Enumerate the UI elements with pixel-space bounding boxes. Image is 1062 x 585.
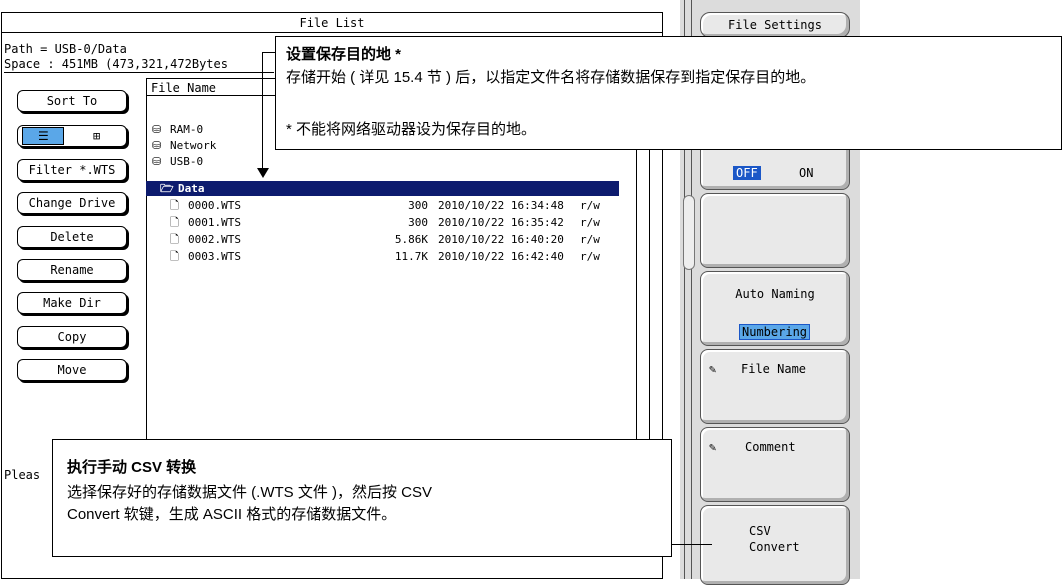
file-size: 11.7K [394, 250, 428, 263]
file-icon: 🗋 [170, 216, 179, 229]
file-name: 0000.WTS [188, 199, 241, 212]
callout-save-destination: 设置保存目的地 * 存储开始 ( 详见 15.4 节 ) 后，以指定文件名将存储… [275, 36, 1062, 150]
edit-icon: ✎ [709, 362, 717, 376]
callout-title: 设置保存目的地 * [286, 46, 402, 63]
file-row[interactable]: 🗋 0000.WTS 300 2010/10/22 16:34:48 r/w [146, 198, 628, 213]
file-size: 300 [408, 216, 428, 229]
file-date: 2010/10/22 16:34:48 [438, 199, 564, 212]
callout-title: 执行手动 CSV 转换 [67, 459, 197, 476]
csv-convert-key[interactable]: CSV Convert [700, 505, 850, 585]
file-row[interactable]: 🗋 0002.WTS 5.86K 2010/10/22 16:40:20 r/w [146, 232, 628, 247]
grid-view-icon[interactable]: ⊞ [72, 126, 122, 146]
leader-line [262, 52, 275, 53]
file-date: 2010/10/22 16:42:40 [438, 250, 564, 263]
callout-note: * 不能将网络驱动器设为保存目的地。 [286, 121, 537, 138]
file-row[interactable]: 🗋 0001.WTS 300 2010/10/22 16:35:42 r/w [146, 215, 628, 230]
file-row[interactable]: 🗋 0003.WTS 11.7K 2010/10/22 16:42:40 r/w [146, 249, 628, 264]
file-name: 0003.WTS [188, 250, 241, 263]
panel-scroll-thumb[interactable] [683, 195, 695, 270]
drive-label: USB-0 [170, 155, 204, 168]
status-message: Pleas [4, 468, 41, 482]
callout-body: 存储开始 ( 详见 15.4 节 ) 后，以指定文件名将存储数据保存到指定保存目… [286, 69, 816, 86]
edit-icon: ✎ [709, 440, 717, 454]
make-dir-button[interactable]: Make Dir [17, 292, 127, 314]
file-name: 0001.WTS [188, 216, 241, 229]
list-view-icon[interactable]: ☰ [22, 127, 65, 145]
file-name-header[interactable]: File Name [146, 78, 276, 96]
file-attr: r/w [580, 216, 600, 229]
arrow-down-icon [257, 168, 269, 178]
drive-icon: ⛁ [152, 155, 162, 168]
numbering-value: Numbering [739, 324, 811, 340]
file-size: 300 [408, 199, 428, 212]
drive-icon: ⛁ [152, 123, 162, 136]
empty-key[interactable] [700, 193, 850, 268]
comment-key[interactable]: ✎ Comment [700, 427, 850, 502]
delete-button[interactable]: Delete [17, 226, 127, 248]
comment-label: Comment [745, 440, 796, 454]
file-size: 5.86K [394, 233, 428, 246]
path-label: Path = USB-0/Data [4, 42, 127, 56]
space-label: Space : 451MB (473,321,472Bytes [4, 57, 228, 71]
file-date: 2010/10/22 16:35:42 [438, 216, 564, 229]
csv-label: CSV [749, 524, 771, 538]
folder-icon: 🗁 [160, 182, 174, 195]
file-name: 0002.WTS [188, 233, 241, 246]
drive-icon: ⛁ [152, 139, 162, 152]
on-state: ON [799, 166, 814, 180]
sort-to-button[interactable]: Sort To [17, 90, 127, 112]
drive-label: RAM-0 [170, 123, 204, 136]
file-attr: r/w [580, 250, 600, 263]
filter-button[interactable]: Filter *.WTS [17, 159, 127, 181]
file-date: 2010/10/22 16:40:20 [438, 233, 564, 246]
folder-item-selected[interactable]: 🗁 Data [146, 181, 619, 196]
file-name-label: File Name [741, 362, 807, 376]
leader-line [262, 52, 263, 172]
file-attr: r/w [580, 233, 600, 246]
copy-button[interactable]: Copy [17, 326, 127, 348]
file-icon: 🗋 [170, 233, 179, 246]
callout-body: Convert 软键，生成 ASCII 格式的存储数据文件。 [67, 506, 397, 523]
file-icon: 🗋 [170, 199, 179, 212]
folder-label: Data [178, 182, 205, 195]
file-icon: 🗋 [170, 250, 179, 263]
convert-label: Convert [749, 540, 800, 554]
file-name-key[interactable]: ✎ File Name [700, 349, 850, 424]
file-settings-key[interactable]: File Settings [700, 12, 850, 38]
callout-body: 选择保存好的存储数据文件 (.WTS 文件 )，然后按 CSV [67, 484, 432, 501]
change-drive-button[interactable]: Change Drive [17, 192, 127, 214]
auto-naming-label: Auto Naming [735, 287, 815, 301]
auto-naming-key[interactable]: Auto Naming Numbering [700, 271, 850, 346]
view-toggle[interactable]: ☰ ⊞ [17, 125, 127, 147]
off-state: OFF [733, 166, 761, 180]
divider [4, 72, 274, 73]
rename-button[interactable]: Rename [17, 259, 127, 281]
leader-line [672, 544, 712, 545]
file-settings-label: File Settings [728, 18, 822, 32]
drive-item[interactable]: ⛁ USB-0 [146, 154, 628, 169]
callout-csv-convert: 执行手动 CSV 转换 选择保存好的存储数据文件 (.WTS 文件 )，然后按 … [52, 439, 672, 557]
drive-label: Network [170, 139, 217, 152]
window-title: File List [2, 13, 662, 33]
move-button[interactable]: Move [17, 359, 127, 381]
file-attr: r/w [580, 199, 600, 212]
